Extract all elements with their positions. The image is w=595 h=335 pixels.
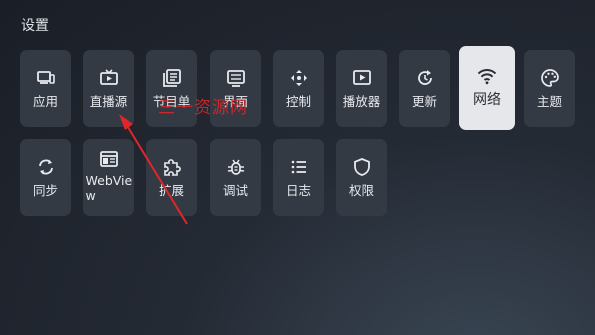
- update-icon: [415, 68, 435, 88]
- tile-label: 同步: [32, 183, 58, 198]
- tile-label: WebView: [85, 173, 133, 203]
- tile-debug[interactable]: 调试: [210, 139, 261, 216]
- tile-label: 直播源: [89, 94, 128, 109]
- device-icon: [36, 68, 56, 88]
- tile-label: 应用: [32, 94, 58, 109]
- tile-label: 调试: [222, 183, 248, 198]
- shield-icon: [352, 157, 372, 177]
- tile-label: 更新: [411, 94, 437, 109]
- tile-sync[interactable]: 同步: [20, 139, 71, 216]
- tile-label: 控制: [285, 94, 311, 109]
- watermark-text: 三一资源网: [158, 98, 248, 118]
- sync-icon: [36, 157, 56, 177]
- tile-extension[interactable]: 扩展: [146, 139, 197, 216]
- tile-webview[interactable]: WebView: [83, 139, 134, 216]
- tile-label: 主题: [536, 94, 562, 109]
- tile-label: 日志: [285, 183, 311, 198]
- tile-permission[interactable]: 权限: [336, 139, 387, 216]
- tile-label: 扩展: [158, 183, 184, 198]
- tile-label: 网络: [473, 92, 501, 108]
- tile-label: 权限: [348, 183, 374, 198]
- dpad-icon: [289, 68, 309, 88]
- webview-icon: [99, 149, 119, 169]
- play-icon: [352, 68, 372, 88]
- log-icon: [289, 157, 309, 177]
- tile-live-source[interactable]: 直播源: [83, 50, 134, 127]
- puzzle-icon: [162, 157, 182, 177]
- tile-control[interactable]: 控制: [273, 50, 324, 127]
- screen-icon: [226, 68, 246, 88]
- tile-player[interactable]: 播放器: [336, 50, 387, 127]
- page-title: 设置: [21, 18, 49, 34]
- tv-icon: [99, 68, 119, 88]
- tile-label: 播放器: [342, 94, 381, 109]
- list-book-icon: [162, 68, 182, 88]
- tile-update[interactable]: 更新: [399, 50, 450, 127]
- tile-apps[interactable]: 应用: [20, 50, 71, 127]
- tile-theme[interactable]: 主题: [524, 50, 575, 127]
- bug-icon: [226, 157, 246, 177]
- wifi-icon: [477, 66, 497, 86]
- tile-network[interactable]: 网络: [459, 46, 515, 130]
- palette-icon: [540, 68, 560, 88]
- tile-log[interactable]: 日志: [273, 139, 324, 216]
